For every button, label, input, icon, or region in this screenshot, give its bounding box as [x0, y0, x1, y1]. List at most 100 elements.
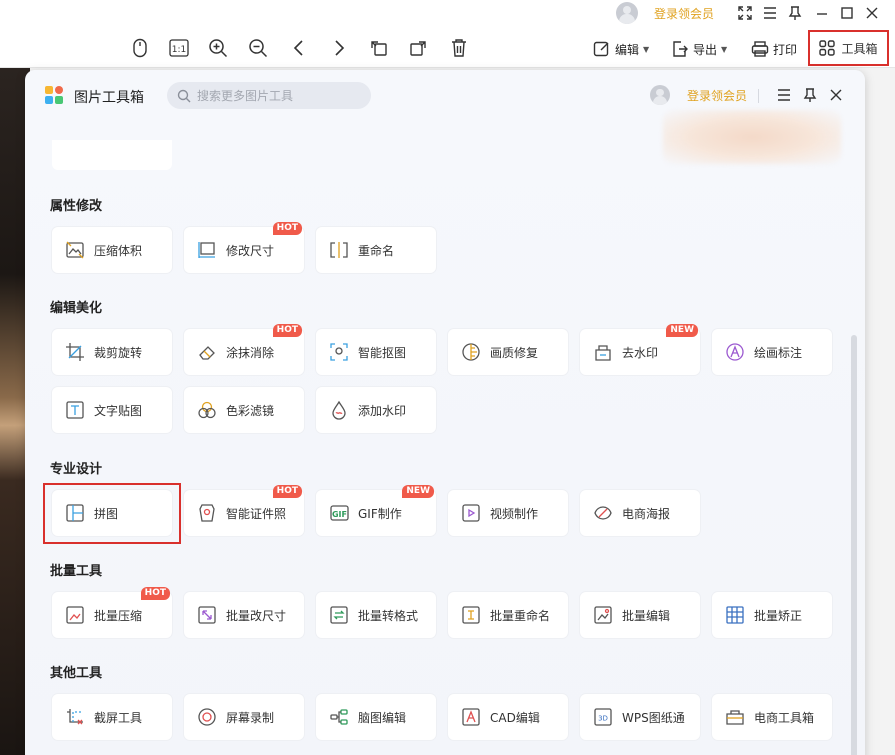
tool-card-wps-drawing[interactable]: 3D WPS图纸通 [580, 694, 700, 740]
next-icon[interactable] [326, 35, 352, 61]
tool-card-remove-watermark[interactable]: 去水印 NEW [580, 324, 700, 375]
new-badge: NEW [666, 324, 698, 337]
tool-card-filter[interactable]: 色彩滤镜 [184, 387, 304, 433]
panel-vip-link[interactable]: 登录领会员 [687, 87, 747, 104]
search-box[interactable] [167, 82, 371, 109]
batch-resize-icon [196, 604, 218, 626]
pin-icon[interactable] [783, 2, 807, 24]
edit-label: 编辑 [615, 42, 640, 57]
previous-icon[interactable] [286, 35, 312, 61]
tool-card-resize[interactable]: 修改尺寸 HOT [184, 222, 304, 273]
tool-label: 视频制作 [490, 506, 539, 521]
tool-card-gif[interactable]: GIF GIF制作 NEW [316, 485, 436, 536]
chevron-down-icon: ▼ [643, 44, 650, 54]
title-bar: 登录领会员 [0, 0, 895, 28]
search-input[interactable] [197, 88, 357, 103]
rotate-left-icon[interactable] [366, 35, 392, 61]
tool-card-cad[interactable]: CAD编辑 [448, 694, 568, 740]
batch-correct-icon [724, 604, 746, 626]
poster-icon [592, 502, 614, 524]
tool-label: 裁剪旋转 [94, 345, 143, 360]
panel-avatar[interactable] [650, 85, 670, 105]
video-icon [460, 502, 482, 524]
panel-menu-icon[interactable] [773, 84, 795, 106]
user-avatar[interactable] [616, 2, 638, 24]
tool-card-eraser[interactable]: 涂抹消除 HOT [184, 324, 304, 375]
app-logo-icon [45, 86, 63, 104]
section-title-attributes: 属性修改 [50, 199, 103, 214]
section-title-design: 专业设计 [50, 462, 103, 477]
tool-card-batch-edit[interactable]: 批量编辑 [580, 592, 700, 638]
print-label: 打印 [773, 42, 798, 57]
tool-card-ecommerce-toolbox[interactable]: 电商工具箱 [712, 694, 832, 740]
collage-highlight-box [43, 483, 181, 544]
tool-card-crop[interactable]: 裁剪旋转 [52, 329, 172, 375]
batch-rename-icon [460, 604, 482, 626]
delete-icon[interactable] [446, 35, 472, 61]
scrollbar[interactable] [851, 335, 857, 755]
ecommerce-toolbox-icon [724, 706, 746, 728]
tool-card-poster[interactable]: 电商海报 [580, 490, 700, 536]
tool-label: 智能抠图 [358, 345, 407, 360]
tool-card-batch-convert[interactable]: 批量转格式 [316, 592, 436, 638]
print-button[interactable]: 打印 [751, 36, 797, 62]
menu-icon[interactable] [758, 2, 782, 24]
svg-text:1:1: 1:1 [172, 45, 186, 55]
tool-card-batch-correct[interactable]: 批量矫正 [712, 592, 832, 638]
mouse-icon[interactable] [127, 35, 153, 61]
fullscreen-icon[interactable] [733, 2, 757, 24]
tool-card-quality[interactable]: 画质修复 [448, 329, 568, 375]
tool-card-add-watermark[interactable]: 添加水印 [316, 387, 436, 433]
tool-card-draw[interactable]: 绘画标注 [712, 329, 832, 375]
zoom-out-icon[interactable] [245, 35, 271, 61]
tool-label: CAD编辑 [490, 710, 540, 725]
tool-label: 批量转格式 [358, 608, 419, 623]
edit-icon [593, 41, 609, 57]
actual-size-icon[interactable]: 1:1 [166, 35, 192, 61]
tool-card-id-photo[interactable]: 智能证件照 HOT [184, 485, 304, 536]
tool-card-batch-rename[interactable]: 批量重命名 [448, 592, 568, 638]
tool-label: 色彩滤镜 [226, 403, 275, 418]
chevron-down-icon: ▼ [721, 44, 728, 54]
panel-close-icon[interactable] [825, 84, 847, 106]
edit-button[interactable]: 编辑 ▼ [593, 36, 649, 62]
tool-card-compress[interactable]: 压缩体积 [52, 227, 172, 273]
tool-card-mindmap[interactable]: 脑图编辑 [316, 694, 436, 740]
svg-text:3D: 3D [598, 715, 608, 723]
minimize-icon[interactable] [810, 2, 834, 24]
tool-card-video[interactable]: 视频制作 [448, 490, 568, 536]
text-icon [64, 399, 86, 421]
maximize-icon[interactable] [835, 2, 859, 24]
export-button[interactable]: 导出 ▼ [671, 36, 727, 62]
crop-icon [64, 341, 86, 363]
tool-card-record[interactable]: 屏幕录制 [184, 694, 304, 740]
rotate-right-icon[interactable] [405, 35, 431, 61]
tool-label: 批量改尺寸 [226, 608, 287, 623]
tool-label: WPS图纸通 [622, 710, 685, 725]
resize-icon [196, 239, 218, 261]
tool-card-screenshot[interactable]: 截屏工具 [52, 694, 172, 740]
tool-card-batch-resize[interactable]: 批量改尺寸 [184, 592, 304, 638]
hot-badge: HOT [272, 324, 302, 337]
panel-pin-icon[interactable] [799, 84, 821, 106]
tool-label: 智能证件照 [226, 506, 287, 521]
tool-card-text[interactable]: 文字贴图 [52, 387, 172, 433]
vip-link[interactable]: 登录领会员 [654, 5, 714, 22]
tool-label: 画质修复 [490, 345, 539, 360]
tool-card-cutout[interactable]: 智能抠图 [316, 329, 436, 375]
gif-icon: GIF [328, 502, 350, 524]
tool-card-rename[interactable]: 重命名 [316, 227, 436, 273]
search-icon [177, 89, 191, 102]
partial-tool-card[interactable] [52, 140, 172, 170]
close-icon[interactable] [860, 2, 884, 24]
tool-card-batch-compress[interactable]: 批量压缩 HOT [52, 587, 172, 638]
hot-badge: HOT [272, 222, 302, 235]
hot-badge: HOT [140, 587, 170, 600]
tool-label: 脑图编辑 [358, 710, 407, 725]
tool-label: 截屏工具 [94, 710, 143, 725]
zoom-in-icon[interactable] [205, 35, 231, 61]
toolbox-button[interactable]: 工具箱 [808, 30, 889, 66]
tool-label: 批量编辑 [622, 608, 671, 623]
tool-label: 添加水印 [358, 403, 407, 418]
eraser-icon [196, 341, 218, 363]
